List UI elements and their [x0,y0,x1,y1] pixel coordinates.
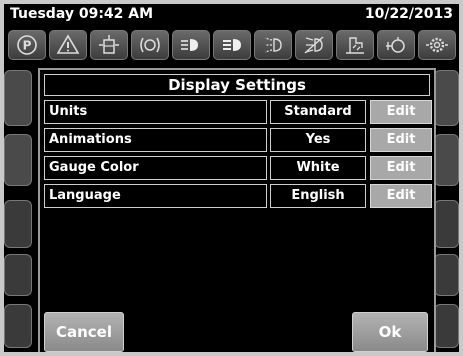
parking-icon: P [17,35,37,55]
warning-button[interactable] [49,30,87,60]
setting-value: Yes [270,128,366,152]
background-tile [4,200,32,248]
headlight-icon [181,39,198,51]
edit-language-button[interactable]: Edit [370,184,432,208]
settings-row-gauge-color: Gauge Color White Edit [44,156,432,180]
setting-value: White [270,156,366,180]
background-tile [434,254,459,296]
status-date: 10/22/2013 [364,6,453,22]
edit-gauge-color-button[interactable]: Edit [370,156,432,180]
engine-button[interactable] [377,30,415,60]
display-settings-dialog: Display Settings Units Standard Edit Ani… [38,68,436,352]
highbeam-button[interactable] [213,30,251,60]
settings-button[interactable] [418,30,456,60]
cancel-button[interactable]: Cancel [44,312,124,352]
settings-row-animations: Animations Yes Edit [44,128,432,152]
status-bar: Tuesday 09:42 AM 10/22/2013 [4,4,459,24]
highbeam-icon [223,39,241,51]
setting-label: Gauge Color [44,156,267,180]
background-tile [434,200,459,248]
fog-light-icon [264,37,282,53]
svg-text:P: P [23,39,32,53]
indicator-toolbar: P [4,30,459,62]
background-tile [4,254,32,296]
parking-button[interactable]: P [8,30,46,60]
fuel-filter-icon [99,35,119,54]
setting-label: Animations [44,128,267,152]
edit-animations-button[interactable]: Edit [370,128,432,152]
status-time: Tuesday 09:42 AM [10,6,154,22]
engine-icon [386,37,405,53]
background-tile [434,134,459,186]
gear-icon [426,37,448,53]
fog-light-off-icon [304,36,324,54]
fog-light-button[interactable] [254,30,292,60]
brake-icon [140,37,160,53]
setting-value: Standard [270,100,366,124]
setting-label: Language [44,184,267,208]
settings-row-language: Language English Edit [44,184,432,208]
background-tile [4,70,32,126]
settings-row-units: Units Standard Edit [44,100,432,124]
headlight-button[interactable] [172,30,210,60]
warning-triangle-icon [56,34,80,54]
edit-units-button[interactable]: Edit [370,100,432,124]
wiper-button[interactable] [336,30,374,60]
background-tile [434,304,459,348]
brake-button[interactable] [131,30,169,60]
ok-button[interactable]: Ok [352,312,428,352]
dialog-title: Display Settings [44,74,430,96]
background-tile [4,134,32,186]
fog-light-off-button[interactable] [295,30,333,60]
display-screen: Tuesday 09:42 AM 10/22/2013 P Display Se… [4,4,459,352]
wiper-icon [346,37,364,54]
setting-value: English [270,184,366,208]
background-tile [434,70,459,126]
fuel-filter-button[interactable] [90,30,128,60]
background-tile [4,304,32,348]
setting-label: Units [44,100,267,124]
